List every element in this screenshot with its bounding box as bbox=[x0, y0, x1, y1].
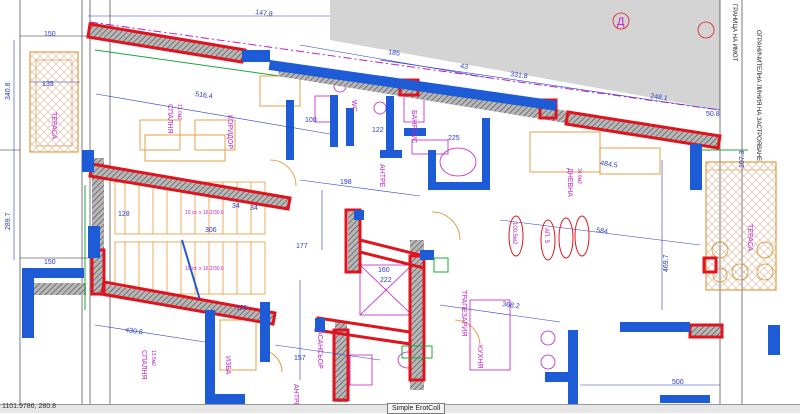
dim-43: 43 bbox=[460, 63, 469, 71]
room-kitchen: КУХНЯ bbox=[476, 345, 483, 368]
dim-185: 185 bbox=[388, 49, 401, 58]
room-dining: ТРАПЕЗАРИЯ bbox=[460, 290, 467, 336]
room-bedroom: СПАЛНЯ bbox=[166, 104, 173, 134]
dim-430-8: 430.8 bbox=[125, 327, 143, 336]
zone-letter: Д bbox=[617, 16, 625, 28]
dim-160: 160 bbox=[378, 267, 390, 274]
room-lift: АСАНСЬОР bbox=[316, 330, 323, 369]
apartment-area: 100.5м2 bbox=[511, 222, 517, 245]
dim-135: 135 bbox=[42, 81, 54, 88]
property-line-label: ГРАНИЦА НА ИМОТ bbox=[731, 4, 737, 62]
dim-147-8: 147.8 bbox=[255, 9, 273, 18]
stair-note-1: 10 ст. х 16.2/30.0 bbox=[185, 210, 224, 216]
dim-484-5: 484.5 bbox=[600, 160, 618, 169]
building-line-label: ОГРАНИЧИТЕЛНА ЛИНИЯ НА ЗАСТРОЯВАНЕ bbox=[755, 30, 761, 161]
room-bedroom2-area: 13.5м2 bbox=[150, 350, 156, 366]
room-antre: АНТРЕ bbox=[378, 164, 385, 188]
dim-177: 177 bbox=[296, 243, 308, 250]
dim-150-top: 150 bbox=[44, 31, 56, 38]
dim-50-8: 50.8 bbox=[706, 111, 720, 118]
room-terrace: ТЕРАСА bbox=[746, 224, 753, 252]
dim-128: 128 bbox=[118, 211, 130, 218]
dim-34b: 34 bbox=[250, 205, 258, 212]
dim-248-1: 248.1 bbox=[650, 93, 668, 102]
dim-100: 100 bbox=[305, 117, 317, 124]
blue-walls bbox=[22, 50, 780, 404]
dim-306: 306 bbox=[205, 227, 217, 234]
dim-125: 125 bbox=[236, 305, 248, 312]
apartment-label: АП. 5 bbox=[543, 228, 549, 244]
dim-107-3: 107.3 bbox=[739, 150, 746, 168]
dim-516-4: 516.4 bbox=[195, 91, 213, 100]
dim-222: 222 bbox=[380, 277, 392, 284]
room-terrace-left: ТЕРАСА bbox=[50, 112, 57, 140]
dim-122: 122 bbox=[372, 127, 384, 134]
room-living-area: 34.6м2 bbox=[576, 168, 582, 184]
dim-225: 225 bbox=[448, 135, 460, 142]
room-bedroom-area: 13.0м2 bbox=[176, 104, 182, 120]
dim-340-8: 340.8 bbox=[5, 82, 12, 100]
dim-157: 157 bbox=[294, 355, 306, 362]
room-storage: ИЗБА bbox=[224, 356, 231, 375]
dim-150-mid: 150 bbox=[44, 259, 56, 266]
cursor-coordinates: 1101.9786, 280.8 bbox=[2, 403, 56, 410]
dim-584: 584 bbox=[596, 227, 609, 236]
dim-331-8: 331.8 bbox=[510, 71, 528, 80]
room-bathroom: БАНЯ-WC bbox=[410, 110, 417, 143]
room-corridor: КОРИДОР bbox=[226, 115, 233, 149]
stair-note-2: 10 ст. х 16.2/30.0 bbox=[185, 266, 224, 272]
room-living: ДНЕВНА bbox=[566, 168, 573, 197]
dim-34a: 34 bbox=[232, 203, 240, 210]
dim-500: 500 bbox=[672, 379, 684, 386]
cad-drawing-canvas[interactable]: 147.8 185 43 331.8 248.1 50.8 516.4 150 … bbox=[0, 0, 800, 412]
snap-tooltip: Simple ErotColl bbox=[387, 403, 446, 414]
dim-289-7: 289.7 bbox=[5, 212, 12, 230]
dim-469-7: 469.7 bbox=[663, 254, 670, 272]
dim-368-2: 368.2 bbox=[502, 301, 520, 310]
room-bedroom2: СПАЛНЯ bbox=[140, 350, 147, 380]
dim-198: 198 bbox=[340, 179, 352, 186]
room-wc: WC bbox=[350, 100, 357, 112]
